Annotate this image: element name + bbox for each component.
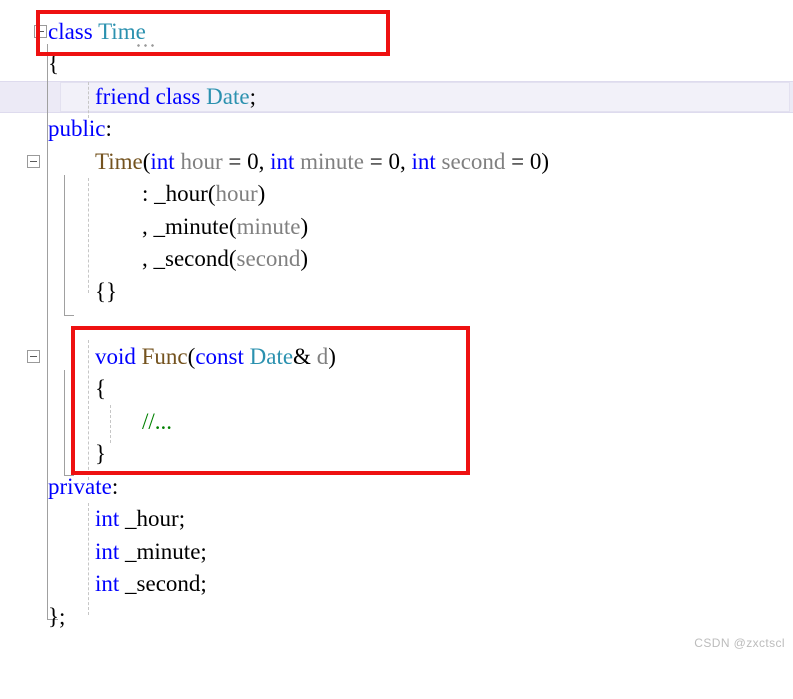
code-token: d: [316, 344, 329, 369]
code-line-content: : _hour(hour): [142, 178, 265, 211]
code-token: 0: [247, 149, 259, 174]
code-line-line-blank-1[interactable]: [0, 308, 793, 341]
code-token: friend: [95, 84, 150, 109]
code-token: , _second: [142, 246, 229, 271]
code-editor-surface[interactable]: class Time { friend class Date; public : …: [0, 0, 793, 656]
code-token: int: [270, 149, 295, 174]
code-token: second: [441, 149, 506, 174]
code-token: int: [95, 571, 120, 596]
code-token: 0: [529, 149, 542, 174]
code-token: {: [48, 51, 60, 76]
code-token: {: [95, 376, 107, 401]
code-token: : _hour: [142, 181, 208, 206]
code-token: minute: [236, 214, 301, 239]
code-line-content: public:: [48, 113, 112, 146]
code-token: Date: [249, 344, 294, 369]
code-line-content: , _minute(minute): [142, 211, 308, 244]
code-token: //...: [142, 409, 173, 434]
code-token: ;: [178, 506, 186, 531]
code-line-line-func-close-brace[interactable]: }: [0, 438, 793, 471]
code-line-line-public-label[interactable]: public:: [0, 113, 793, 146]
code-line-line-member-hour[interactable]: int _hour;: [0, 503, 793, 536]
code-line-content: {}: [95, 276, 117, 309]
code-token: ,: [400, 149, 412, 174]
code-token: class: [155, 84, 201, 109]
code-line-line-member-minute[interactable]: int _minute;: [0, 536, 793, 569]
code-token: int: [411, 149, 436, 174]
code-token: };: [48, 604, 66, 629]
quick-actions-dots-icon[interactable]: [135, 44, 157, 47]
code-token: second: [236, 246, 301, 271]
code-line-line-friend-decl[interactable]: friend class Date;: [0, 81, 793, 114]
code-token: ): [328, 344, 336, 369]
code-token: , _minute: [142, 214, 229, 239]
code-line-content: friend class Date;: [95, 81, 256, 114]
code-token: :: [111, 474, 119, 499]
code-token: ;: [200, 539, 207, 564]
code-line-line-member-second[interactable]: int _second;: [0, 568, 793, 601]
code-token: :: [105, 116, 112, 141]
code-line-line-init-second[interactable]: , _second(second): [0, 243, 793, 276]
code-line-content: void Func(const Date& d): [95, 341, 336, 374]
code-token: void: [95, 344, 136, 369]
code-token: const: [195, 344, 244, 369]
code-line-content: };: [48, 601, 65, 634]
code-token: ;: [200, 571, 207, 596]
code-token: ): [300, 246, 309, 271]
code-token: ;: [249, 84, 256, 109]
code-token: (: [228, 246, 237, 271]
code-line-content: //...: [142, 406, 172, 439]
code-line-line-func-signature[interactable]: void Func(const Date& d): [0, 341, 793, 374]
watermark-text: CSDN @zxctscl: [694, 636, 785, 650]
code-token: Func: [141, 344, 188, 369]
code-token: =: [364, 149, 389, 174]
code-token: {}: [95, 279, 118, 304]
code-token: ): [257, 181, 266, 206]
code-line-content: int _hour;: [95, 503, 185, 536]
code-token: }: [95, 441, 107, 466]
code-line-content: int _minute;: [95, 536, 207, 569]
code-token: minute: [300, 149, 365, 174]
code-line-line-class-open-brace[interactable]: {: [0, 48, 793, 81]
code-line-line-class-decl[interactable]: class Time: [0, 16, 793, 49]
code-line-line-ctor-signature[interactable]: Time(int hour = 0, int minute = 0, int s…: [0, 146, 793, 179]
code-line-line-init-minute[interactable]: , _minute(minute): [0, 211, 793, 244]
code-token: Time: [95, 149, 143, 174]
code-token: &: [293, 344, 311, 369]
code-token: public: [48, 116, 106, 141]
code-token: =: [222, 149, 248, 174]
code-line-line-func-open-brace[interactable]: {: [0, 373, 793, 406]
code-token: _minute: [119, 539, 201, 564]
code-line-line-ctor-body[interactable]: {}: [0, 276, 793, 309]
code-token: _hour: [119, 506, 179, 531]
code-line-content: , _second(second): [142, 243, 308, 276]
code-token: class: [48, 19, 93, 44]
code-token: Date: [206, 84, 250, 109]
code-token: int: [95, 539, 120, 564]
code-token: ): [541, 149, 550, 174]
code-token: (: [228, 214, 237, 239]
code-line-content: {: [95, 373, 106, 406]
code-token: hour: [180, 149, 223, 174]
code-line-content: {: [48, 48, 59, 81]
code-token: int: [150, 149, 175, 174]
code-token: Time: [98, 19, 146, 44]
code-token: ): [300, 214, 309, 239]
code-line-content: private:: [48, 471, 118, 504]
code-line-content: int _second;: [95, 568, 207, 601]
code-token: hour: [215, 181, 258, 206]
code-line-line-init-hour[interactable]: : _hour(hour): [0, 178, 793, 211]
code-line-content: Time(int hour = 0, int minute = 0, int s…: [95, 146, 549, 179]
code-token: _second: [119, 571, 201, 596]
code-token: ,: [258, 149, 271, 174]
code-token: int: [95, 506, 120, 531]
code-line-content: }: [95, 438, 106, 471]
code-line-content: class Time: [48, 16, 146, 49]
code-token: private: [48, 474, 112, 499]
code-line-line-func-comment[interactable]: //...: [0, 406, 793, 439]
code-line-line-private-label[interactable]: private:: [0, 471, 793, 504]
code-line-line-class-close[interactable]: };: [0, 601, 793, 634]
code-token: 0: [388, 149, 401, 174]
code-token: =: [505, 149, 530, 174]
